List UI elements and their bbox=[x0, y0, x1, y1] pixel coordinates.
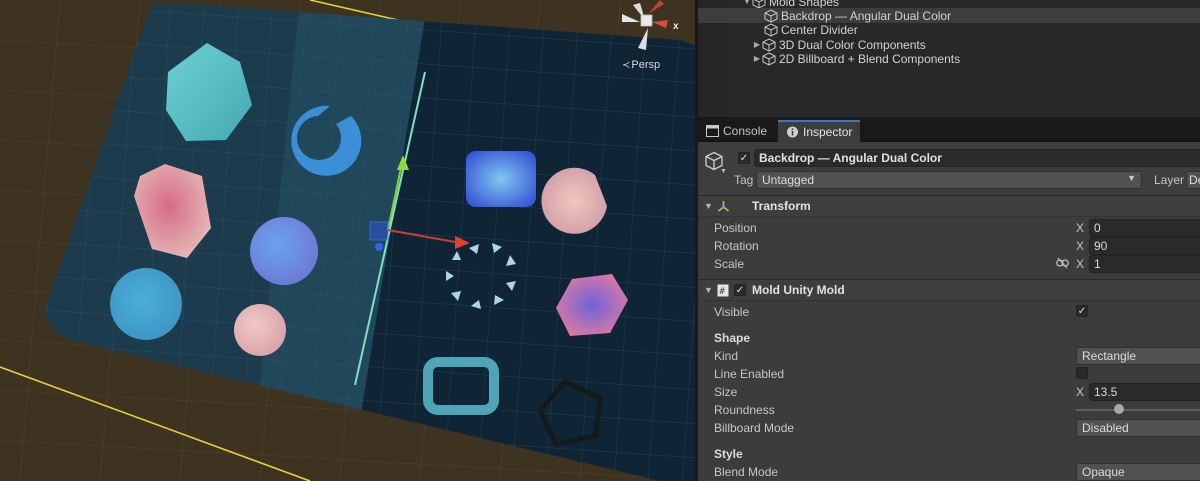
rotation-x-field[interactable]: 90 bbox=[1089, 237, 1200, 255]
kind-dropdown[interactable]: Rectangle bbox=[1076, 347, 1200, 365]
tag-label: Tag bbox=[734, 173, 754, 187]
hierarchy-item-label: Backdrop — Angular Dual Color bbox=[781, 8, 952, 23]
position-x-field[interactable]: 0 bbox=[1089, 219, 1200, 237]
transform-title: Transform bbox=[752, 199, 811, 213]
style-section-title: Style bbox=[714, 447, 743, 461]
hierarchy-item-2d-billboard[interactable]: ▶ 2D Billboard + Blend Components bbox=[698, 51, 1200, 66]
chevron-down-icon[interactable]: ▼ bbox=[704, 201, 713, 211]
layer-value: De bbox=[1189, 173, 1200, 187]
object-name-field[interactable]: Backdrop — Angular Dual Color bbox=[754, 149, 1200, 167]
cube-icon bbox=[762, 37, 776, 52]
layer-dropdown[interactable]: De bbox=[1186, 171, 1200, 189]
active-checkbox[interactable]: ✓ bbox=[738, 152, 750, 164]
roundness-slider-knob[interactable] bbox=[1113, 404, 1124, 414]
chevron-down-icon[interactable]: ▼ bbox=[720, 168, 727, 175]
transform-header[interactable]: ▼ Transform bbox=[698, 195, 1200, 217]
tab-label: Inspector bbox=[803, 125, 853, 139]
tab-console[interactable]: Console bbox=[698, 120, 775, 142]
chevron-right-icon[interactable]: ▶ bbox=[752, 54, 762, 63]
blend-mode-dropdown[interactable]: Opaque bbox=[1076, 463, 1200, 481]
gizmo-axis-label: x bbox=[673, 21, 679, 32]
cube-icon bbox=[762, 51, 776, 66]
mold-component-title: Mold Unity Mold bbox=[752, 283, 845, 297]
info-icon bbox=[787, 126, 798, 138]
mold-component-header[interactable]: ▼ # ✓ Mold Unity Mold bbox=[698, 279, 1200, 301]
roundness-label: Roundness bbox=[714, 403, 775, 417]
tab-label: Console bbox=[723, 124, 768, 138]
svg-text:#: # bbox=[719, 287, 725, 297]
size-x-axis: X bbox=[1076, 385, 1085, 399]
hierarchy-item-3d-dual-color[interactable]: ▶ 3D Dual Color Components bbox=[698, 37, 1200, 52]
gradient-rounded-rect bbox=[466, 151, 536, 207]
scale-label: Scale bbox=[714, 257, 745, 271]
position-label: Position bbox=[714, 221, 757, 235]
scale-x-field[interactable]: 1 bbox=[1089, 255, 1200, 273]
size-x-field[interactable]: 13.5 bbox=[1089, 383, 1200, 401]
size-label: Size bbox=[714, 385, 738, 399]
mold-enabled-checkbox[interactable]: ✓ bbox=[734, 284, 746, 296]
chevron-down-icon: ▼ bbox=[1127, 173, 1136, 183]
scene-view[interactable]: x ≺Persp bbox=[0, 0, 695, 481]
cube-icon bbox=[764, 8, 778, 23]
shape-section-title: Shape bbox=[714, 331, 751, 345]
layer-label: Layer bbox=[1154, 173, 1185, 187]
scene-canvas[interactable] bbox=[0, 0, 695, 481]
billboard-mode-dropdown[interactable]: Disabled bbox=[1076, 419, 1200, 437]
right-panels: ▼ Mold Shapes Backdrop — Angular Dual Co… bbox=[698, 0, 1200, 481]
hierarchy-item-label: Center Divider bbox=[781, 22, 858, 37]
blend-mode-label: Blend Mode bbox=[714, 465, 779, 479]
blue-sphere bbox=[250, 217, 318, 285]
tag-dropdown[interactable]: Untagged ▼ bbox=[756, 171, 1142, 189]
line-enabled-label: Line Enabled bbox=[714, 367, 785, 381]
chevron-down-icon[interactable]: ▼ bbox=[742, 0, 752, 6]
chevron-right-icon[interactable]: ▶ bbox=[752, 40, 762, 49]
position-x-axis: X bbox=[1076, 221, 1085, 235]
persp-icon: ≺ bbox=[622, 60, 631, 71]
cube-icon bbox=[764, 22, 778, 37]
billboard-mode-value: Disabled bbox=[1082, 421, 1129, 435]
tab-inspector[interactable]: Inspector bbox=[778, 120, 861, 142]
hierarchy-item-center-divider[interactable]: Center Divider bbox=[698, 22, 1200, 37]
line-enabled-checkbox[interactable] bbox=[1076, 367, 1088, 379]
tab-bar: Console Inspector bbox=[698, 117, 1200, 142]
hierarchy-panel[interactable]: ▼ Mold Shapes Backdrop — Angular Dual Co… bbox=[698, 0, 1200, 117]
blend-mode-value: Opaque bbox=[1082, 465, 1125, 479]
kind-label: Kind bbox=[714, 349, 739, 363]
persp-toggle[interactable]: ≺Persp bbox=[622, 59, 660, 71]
rotation-label: Rotation bbox=[714, 239, 759, 253]
roundness-slider-track[interactable] bbox=[1076, 409, 1200, 411]
script-icon: # bbox=[717, 284, 729, 297]
visible-checkbox[interactable]: ✓ bbox=[1076, 305, 1088, 317]
rotation-x-axis: X bbox=[1076, 239, 1085, 253]
persp-label: Persp bbox=[631, 59, 661, 71]
tag-value: Untagged bbox=[762, 173, 815, 187]
scale-x-axis: X bbox=[1076, 257, 1085, 271]
peach-sphere bbox=[234, 304, 286, 356]
billboard-mode-label: Billboard Mode bbox=[714, 421, 795, 435]
teal-sphere bbox=[110, 268, 182, 340]
visible-label: Visible bbox=[714, 305, 750, 319]
link-icon[interactable] bbox=[1056, 257, 1069, 269]
hierarchy-item-backdrop[interactable]: Backdrop — Angular Dual Color bbox=[698, 8, 1200, 23]
transform-icon bbox=[718, 201, 729, 212]
console-icon bbox=[706, 125, 719, 137]
hierarchy-item-label: 3D Dual Color Components bbox=[779, 37, 926, 52]
chevron-down-icon[interactable]: ▼ bbox=[704, 285, 713, 295]
inspector-panel: ▼ ✓ Backdrop — Angular Dual Color Tag Un… bbox=[698, 142, 1200, 481]
object-header: ▼ ✓ Backdrop — Angular Dual Color Tag Un… bbox=[698, 142, 1200, 196]
hierarchy-item-label: 2D Billboard + Blend Components bbox=[779, 51, 961, 66]
kind-value: Rectangle bbox=[1082, 349, 1137, 363]
